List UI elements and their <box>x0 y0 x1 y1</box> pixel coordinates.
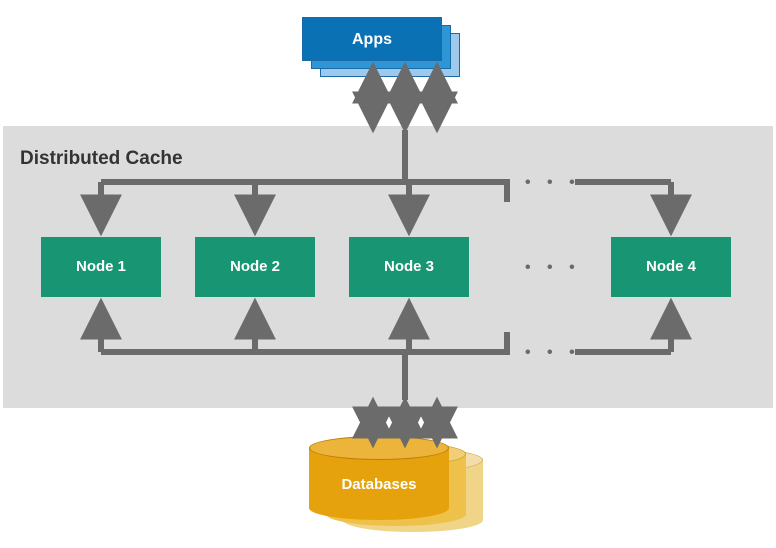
ellipsis-top-icon: • • • <box>525 174 581 192</box>
db-cylinder-front: Databases <box>309 436 449 520</box>
cache-node-3: Node 3 <box>349 237 469 297</box>
distributed-cache-title: Distributed Cache <box>20 148 183 170</box>
cache-node-1: Node 1 <box>41 237 161 297</box>
apps-card-front: Apps <box>302 17 442 61</box>
ellipsis-bottom-icon: • • • <box>525 344 581 362</box>
ellipsis-middle-icon: • • • <box>525 259 581 277</box>
cache-node-4: Node 4 <box>611 237 731 297</box>
databases-label: Databases <box>309 476 449 493</box>
cache-node-2: Node 2 <box>195 237 315 297</box>
apps-stack: Apps <box>302 17 460 77</box>
databases-stack: Databases <box>309 436 499 536</box>
